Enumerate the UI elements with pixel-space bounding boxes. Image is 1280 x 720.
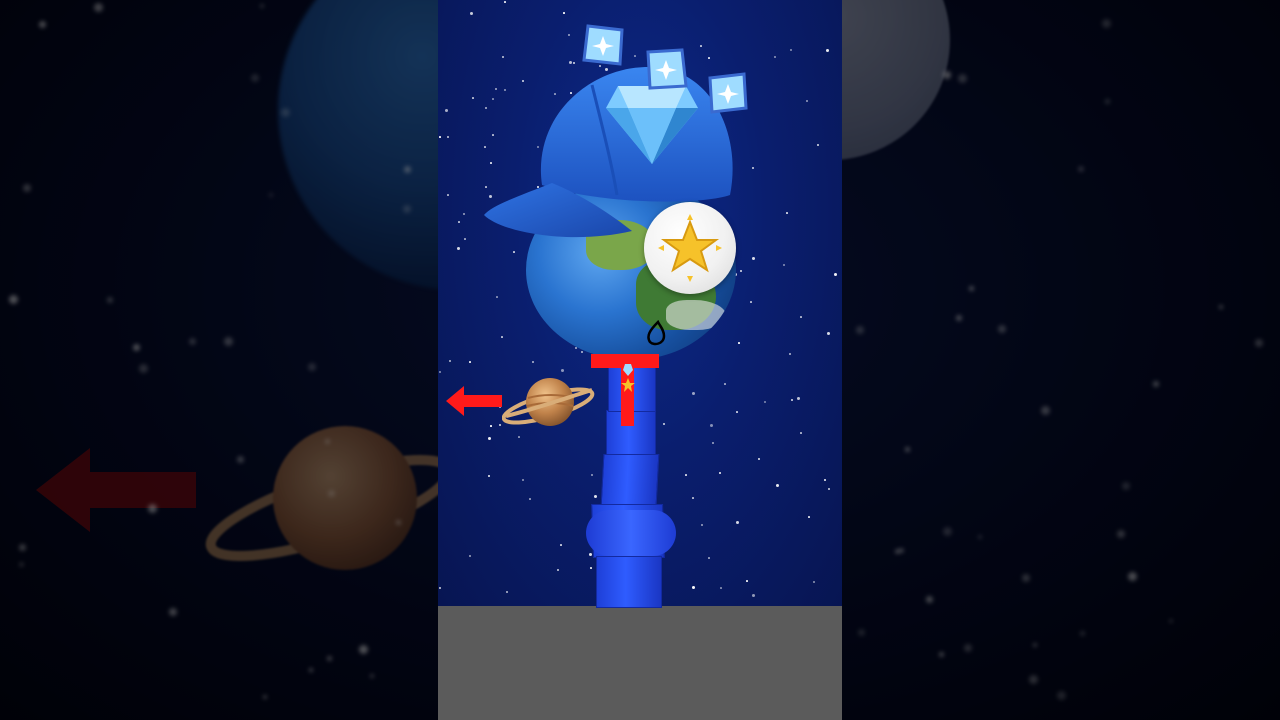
- star-dot: [499, 424, 501, 426]
- star-dot: [797, 397, 800, 400]
- star-dot: [724, 383, 726, 385]
- star-dot: [560, 544, 562, 546]
- star-dot: [746, 580, 748, 582]
- tower-block: [596, 556, 662, 608]
- star-dot: [581, 351, 583, 353]
- star-dot: [824, 479, 826, 481]
- star-badge-icon: [644, 202, 736, 294]
- star-dot: [488, 475, 490, 477]
- ground-floor: [438, 606, 842, 720]
- star-dot: [488, 437, 491, 440]
- star-dot: [828, 488, 830, 490]
- star-dot: [449, 360, 451, 362]
- star-dot: [813, 581, 815, 583]
- star-dot: [791, 399, 793, 401]
- tower-block: [600, 454, 660, 506]
- star-dot: [826, 49, 829, 52]
- star-dot: [827, 332, 830, 335]
- star-dot: [738, 342, 740, 344]
- star-dot: [790, 49, 792, 51]
- star-dot: [458, 221, 460, 223]
- tower-bulge: [586, 510, 676, 556]
- diamond-gem-icon: [606, 86, 698, 164]
- crystal-cube-icon: [582, 24, 624, 66]
- star-dot: [719, 472, 721, 474]
- star-dot: [808, 516, 810, 518]
- star-dot: [720, 587, 722, 589]
- star-dot: [834, 273, 837, 276]
- ink-drop-icon: [647, 320, 666, 346]
- star-dot: [439, 587, 441, 589]
- star-dot: [568, 34, 570, 36]
- star-dot: [800, 316, 802, 318]
- star-dot: [736, 411, 738, 413]
- star-dot: [469, 361, 471, 363]
- star-dot: [457, 247, 460, 250]
- star-dot: [445, 109, 448, 112]
- star-dot: [710, 424, 713, 427]
- star-dot: [789, 353, 791, 355]
- star-dot: [806, 100, 808, 102]
- star-dot: [800, 432, 802, 434]
- star-dot: [464, 238, 466, 240]
- star-dot: [529, 498, 531, 500]
- star-dot: [783, 264, 785, 266]
- star-dot: [740, 270, 742, 272]
- star-dot: [463, 213, 465, 215]
- star-dot: [470, 12, 473, 15]
- star-dot: [472, 97, 474, 99]
- star-dot: [708, 557, 710, 559]
- ringed-planet-icon: [502, 378, 595, 426]
- star-dot: [496, 296, 498, 298]
- star-dot: [557, 569, 559, 571]
- star-dot: [532, 361, 534, 363]
- star-dot: [563, 12, 565, 14]
- star-dot: [504, 1, 506, 3]
- star-dot: [469, 555, 471, 557]
- mini-gem-star-icon: [621, 364, 635, 392]
- star-dot: [752, 257, 755, 260]
- star-dot: [776, 484, 779, 487]
- left-arrow-icon: [446, 386, 502, 416]
- star-dot: [752, 167, 754, 169]
- star-icon: [658, 214, 722, 282]
- star-dot: [522, 479, 524, 481]
- star-dot: [518, 436, 520, 438]
- star-dot: [490, 425, 492, 427]
- star-dot: [447, 136, 449, 138]
- star-dot: [506, 591, 508, 593]
- star-dot: [817, 144, 819, 146]
- star-dot: [786, 212, 788, 214]
- game-viewport[interactable]: [438, 0, 842, 720]
- star-dot: [750, 301, 752, 303]
- star-dot: [712, 442, 714, 444]
- star-dot: [439, 371, 441, 373]
- star-dot: [501, 336, 503, 338]
- star-dot: [758, 458, 760, 460]
- crystal-cube-icon: [708, 72, 748, 114]
- star-dot: [774, 56, 776, 58]
- star-dot: [736, 521, 739, 524]
- crystal-cube-icon: [646, 48, 688, 90]
- star-dot: [700, 45, 702, 47]
- star-dot: [439, 136, 441, 138]
- block-tower: [586, 362, 706, 608]
- star-dot: [447, 194, 449, 196]
- star-dot: [752, 594, 755, 597]
- earth-cloud: [666, 300, 726, 330]
- star-dot: [764, 401, 766, 403]
